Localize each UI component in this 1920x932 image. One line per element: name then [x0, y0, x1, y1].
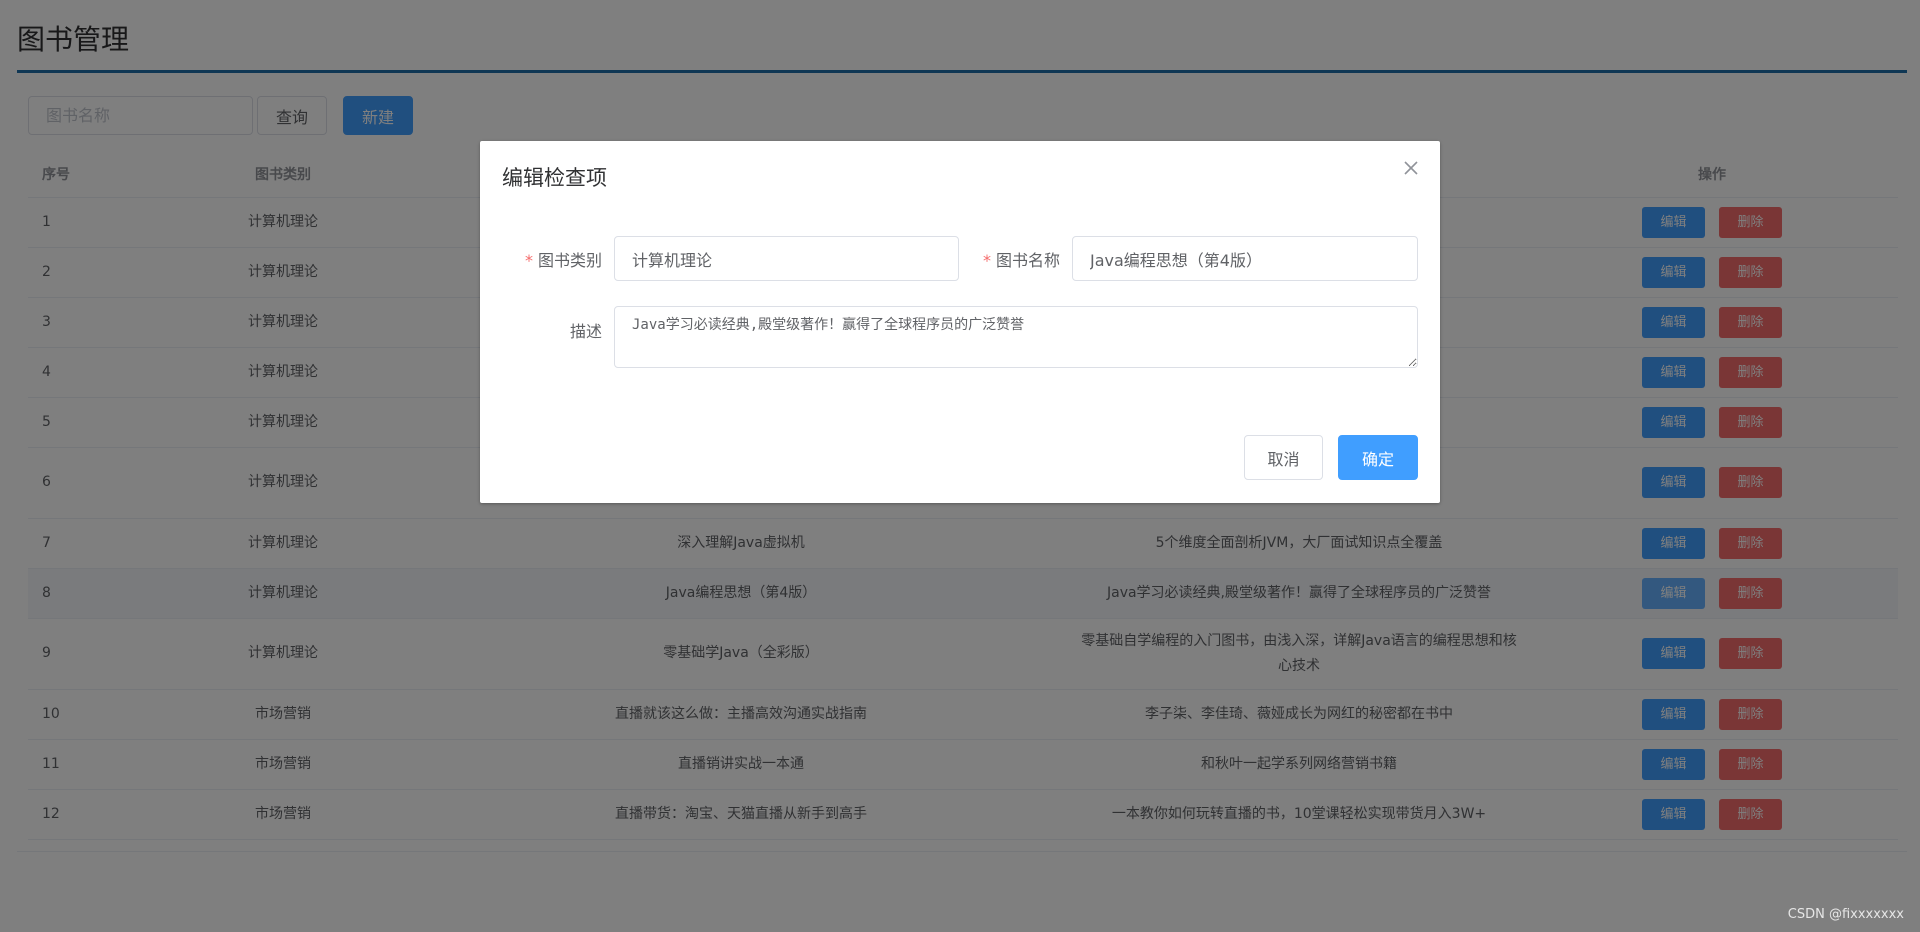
edit-dialog: 编辑检查项 *图书类别 *图书名称 描述 Java学习必读经典,殿堂级著作！赢得… — [480, 141, 1440, 503]
cancel-button[interactable]: 取消 — [1244, 435, 1323, 480]
book-name-field[interactable] — [1072, 236, 1418, 281]
name-label-text: 图书名称 — [995, 251, 1060, 270]
description-textarea[interactable]: Java学习必读经典,殿堂级著作！赢得了全球程序员的广泛赞誉 — [614, 306, 1418, 368]
confirm-button[interactable]: 确定 — [1338, 435, 1418, 480]
watermark: CSDN @fixxxxxxx — [1787, 907, 1904, 922]
description-label: 描述 — [569, 322, 602, 341]
category-label-text: 图书类别 — [537, 251, 602, 270]
dialog-title: 编辑检查项 — [502, 166, 607, 190]
required-mark: * — [524, 251, 533, 270]
category-label: * 图书类别 — [510, 247, 602, 271]
required-mark: * — [982, 251, 991, 270]
category-field[interactable] — [614, 236, 959, 281]
close-icon[interactable] — [1400, 157, 1422, 179]
name-label: * 图书名称 — [968, 247, 1060, 271]
